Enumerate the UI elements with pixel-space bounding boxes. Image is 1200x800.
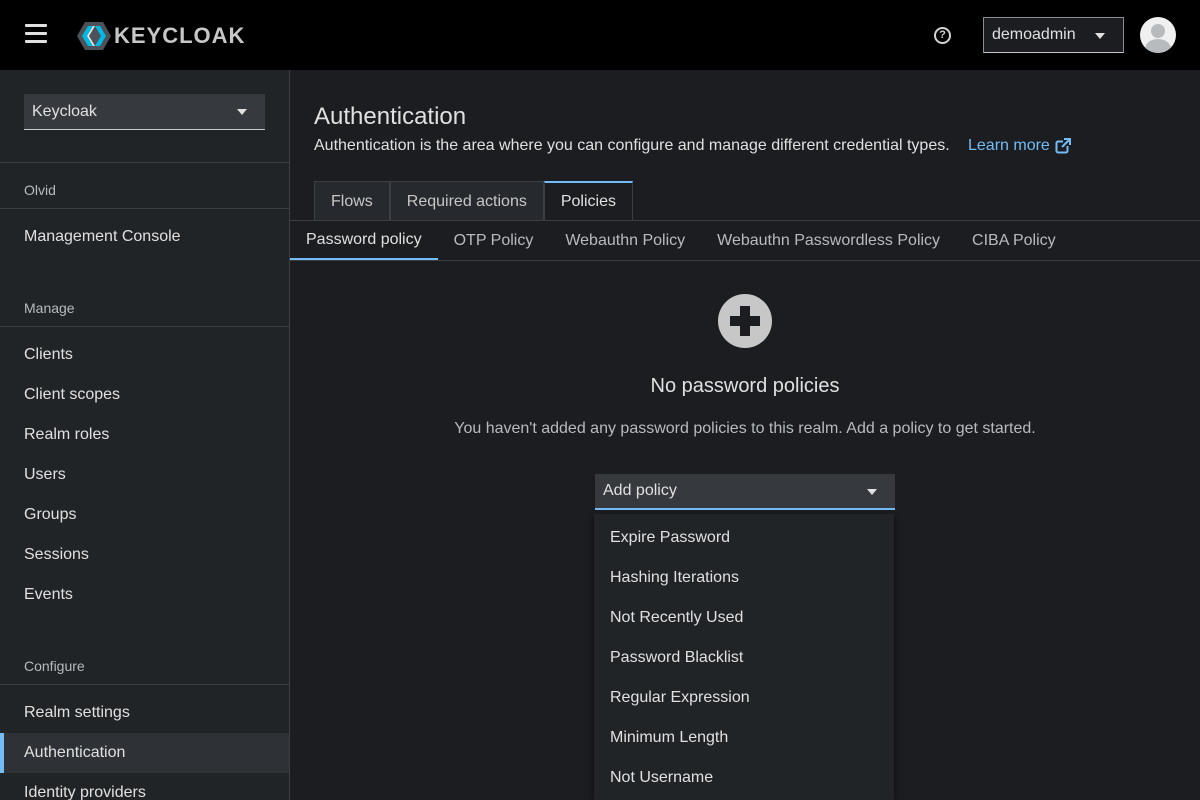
add-policy-label: Add policy bbox=[603, 482, 677, 499]
masthead: KEYCLOAK ? demoadmin bbox=[0, 0, 1200, 70]
add-policy-select[interactable]: Add policy bbox=[595, 474, 895, 510]
sidebar-item-events[interactable]: Events bbox=[0, 575, 289, 615]
tab-flows[interactable]: Flows bbox=[314, 181, 390, 221]
sidebar-item-sessions[interactable]: Sessions bbox=[0, 535, 289, 575]
subtab-webauthn-policy[interactable]: Webauthn Policy bbox=[549, 221, 701, 261]
user-dropdown[interactable]: demoadmin bbox=[983, 17, 1124, 53]
main-tabs: Flows Required actions Policies bbox=[314, 181, 633, 221]
realm-selector[interactable]: Keycloak bbox=[24, 94, 265, 130]
main-content: Authentication Authentication is the are… bbox=[290, 70, 1200, 800]
policy-subtabs: Password policy OTP Policy Webauthn Poli… bbox=[290, 221, 1072, 261]
sidebar-item-client-scopes[interactable]: Client scopes bbox=[0, 375, 289, 415]
page-title: Authentication bbox=[314, 103, 467, 130]
tab-required-actions[interactable]: Required actions bbox=[389, 181, 544, 221]
sidebar-item-groups[interactable]: Groups bbox=[0, 495, 289, 535]
avatar[interactable] bbox=[1140, 17, 1176, 53]
caret-down-icon bbox=[237, 109, 247, 115]
nav-divider bbox=[0, 326, 289, 327]
sidebar-item-identity-providers[interactable]: Identity providers bbox=[0, 773, 289, 800]
menu-item-not-username[interactable]: Not Username bbox=[594, 758, 894, 798]
sidebar-item-realm-settings[interactable]: Realm settings bbox=[0, 693, 289, 733]
logo-text: KEYCLOAK bbox=[114, 23, 246, 48]
realm-name: Keycloak bbox=[32, 102, 97, 120]
nav-divider bbox=[0, 162, 289, 163]
tab-policies[interactable]: Policies bbox=[543, 181, 633, 221]
user-name: demoadmin bbox=[992, 26, 1076, 43]
hamburger-icon[interactable] bbox=[25, 24, 47, 44]
page-description: Authentication is the area where you can… bbox=[314, 137, 950, 154]
learn-more-link[interactable]: Learn more bbox=[968, 137, 1071, 155]
nav-group-title: Manage bbox=[24, 300, 75, 316]
sidebar: Keycloak Olvid Management Console Manage… bbox=[0, 70, 290, 800]
nav-group-title: Configure bbox=[24, 658, 85, 674]
menu-item-minimum-length[interactable]: Minimum Length bbox=[594, 718, 894, 758]
empty-state-body: You haven't added any password policies … bbox=[454, 420, 1036, 437]
question-circle-icon[interactable]: ? bbox=[934, 27, 951, 44]
subtab-webauthn-passwordless-policy[interactable]: Webauthn Passwordless Policy bbox=[701, 221, 956, 261]
subtab-ciba-policy[interactable]: CIBA Policy bbox=[956, 221, 1072, 261]
sidebar-item-management-console[interactable]: Management Console bbox=[0, 217, 289, 257]
keycloak-logo-icon bbox=[77, 22, 111, 50]
nav-divider bbox=[0, 208, 289, 209]
menu-item-not-recently-used[interactable]: Not Recently Used bbox=[594, 598, 894, 638]
sidebar-item-authentication[interactable]: Authentication bbox=[0, 733, 289, 773]
nav-group-title: Olvid bbox=[24, 182, 56, 198]
sidebar-item-clients[interactable]: Clients bbox=[0, 335, 289, 375]
menu-item-password-blacklist[interactable]: Password Blacklist bbox=[594, 638, 894, 678]
subtabs-divider bbox=[290, 260, 1200, 261]
sidebar-item-realm-roles[interactable]: Realm roles bbox=[0, 415, 289, 455]
menu-item-hashing-iterations[interactable]: Hashing Iterations bbox=[594, 558, 894, 598]
plus-circle-icon bbox=[718, 294, 772, 348]
menu-item-regular-expression[interactable]: Regular Expression bbox=[594, 678, 894, 718]
menu-item-expire-password[interactable]: Expire Password bbox=[594, 518, 894, 558]
add-policy-menu: Expire Password Hashing Iterations Not R… bbox=[594, 514, 894, 800]
caret-down-icon bbox=[867, 489, 877, 495]
learn-more-label: Learn more bbox=[968, 137, 1050, 154]
empty-state-title: No password policies bbox=[650, 375, 840, 397]
external-link-icon bbox=[1055, 138, 1071, 154]
caret-down-icon bbox=[1095, 33, 1105, 39]
keycloak-logo[interactable]: KEYCLOAK bbox=[76, 20, 245, 52]
nav-divider bbox=[0, 684, 289, 685]
sidebar-item-users[interactable]: Users bbox=[0, 455, 289, 495]
subtab-password-policy[interactable]: Password policy bbox=[290, 221, 438, 261]
subtab-otp-policy[interactable]: OTP Policy bbox=[438, 221, 550, 261]
